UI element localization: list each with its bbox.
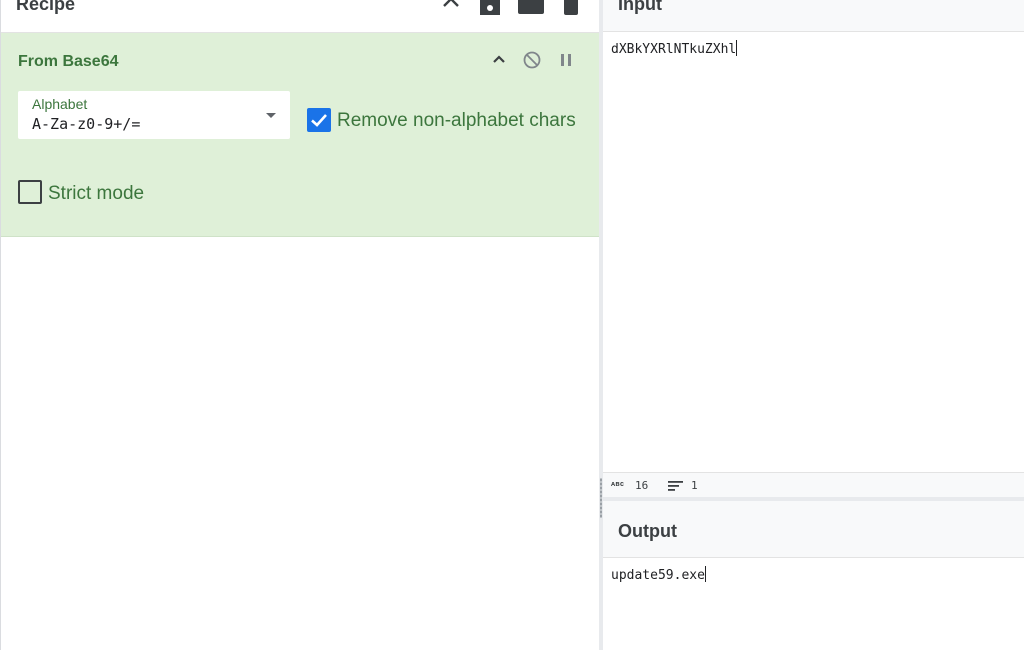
checkmark-icon xyxy=(311,114,327,127)
trash-icon[interactable] xyxy=(563,0,579,16)
alphabet-label: Alphabet xyxy=(32,96,88,112)
alphabet-select[interactable]: Alphabet A-Za-z0-9+/= xyxy=(18,91,290,139)
chevron-up-icon[interactable] xyxy=(489,50,509,70)
recipe-pane: Recipe From Base64 Alphabet A-Za-z0-9+/=… xyxy=(0,0,600,650)
operation-title: From Base64 xyxy=(18,53,119,70)
remove-non-alphabet-checkbox[interactable] xyxy=(307,108,331,132)
remove-non-alphabet-label[interactable]: Remove non-alphabet chars xyxy=(337,110,576,132)
output-title: Output xyxy=(618,521,677,541)
input-text: dXBkYXRlNTkuZXhl xyxy=(611,42,737,57)
save-icon[interactable] xyxy=(479,0,501,16)
text-cursor xyxy=(736,40,738,56)
output-pane: Output update59.exe xyxy=(603,501,1024,650)
character-count-icon: ᴀʙᴄ xyxy=(611,481,625,488)
folder-icon[interactable] xyxy=(518,0,544,16)
input-pane: Input dXBkYXRlNTkuZXhl ᴀʙᴄ 16 1 xyxy=(603,0,1024,498)
line-count: 1 xyxy=(691,479,698,492)
operation-from-base64[interactable]: From Base64 Alphabet A-Za-z0-9+/= Remove… xyxy=(1,33,600,237)
pause-icon[interactable] xyxy=(556,50,576,70)
disable-icon[interactable] xyxy=(522,50,542,70)
line-count-icon xyxy=(668,481,683,491)
resize-handle[interactable] xyxy=(600,478,602,518)
recipe-header: Recipe xyxy=(1,0,600,33)
strict-mode-label[interactable]: Strict mode xyxy=(48,183,144,205)
input-status-bar: ᴀʙᴄ 16 1 xyxy=(603,472,1024,498)
input-header: Input xyxy=(603,0,1024,32)
output-text: update59.exe xyxy=(611,568,705,583)
dropdown-arrow-icon[interactable] xyxy=(266,113,276,118)
text-cursor xyxy=(704,566,706,582)
input-title: Input xyxy=(618,0,662,14)
alphabet-value: A-Za-z0-9+/= xyxy=(32,115,141,133)
output-textarea[interactable]: update59.exe xyxy=(611,566,706,583)
strict-mode-checkbox[interactable] xyxy=(18,180,42,204)
recipe-title: Recipe xyxy=(16,0,76,14)
collapse-all-icon[interactable] xyxy=(441,0,461,12)
input-textarea[interactable]: dXBkYXRlNTkuZXhl xyxy=(611,40,738,57)
character-count: 16 xyxy=(635,479,649,492)
output-header: Output xyxy=(603,501,1024,558)
